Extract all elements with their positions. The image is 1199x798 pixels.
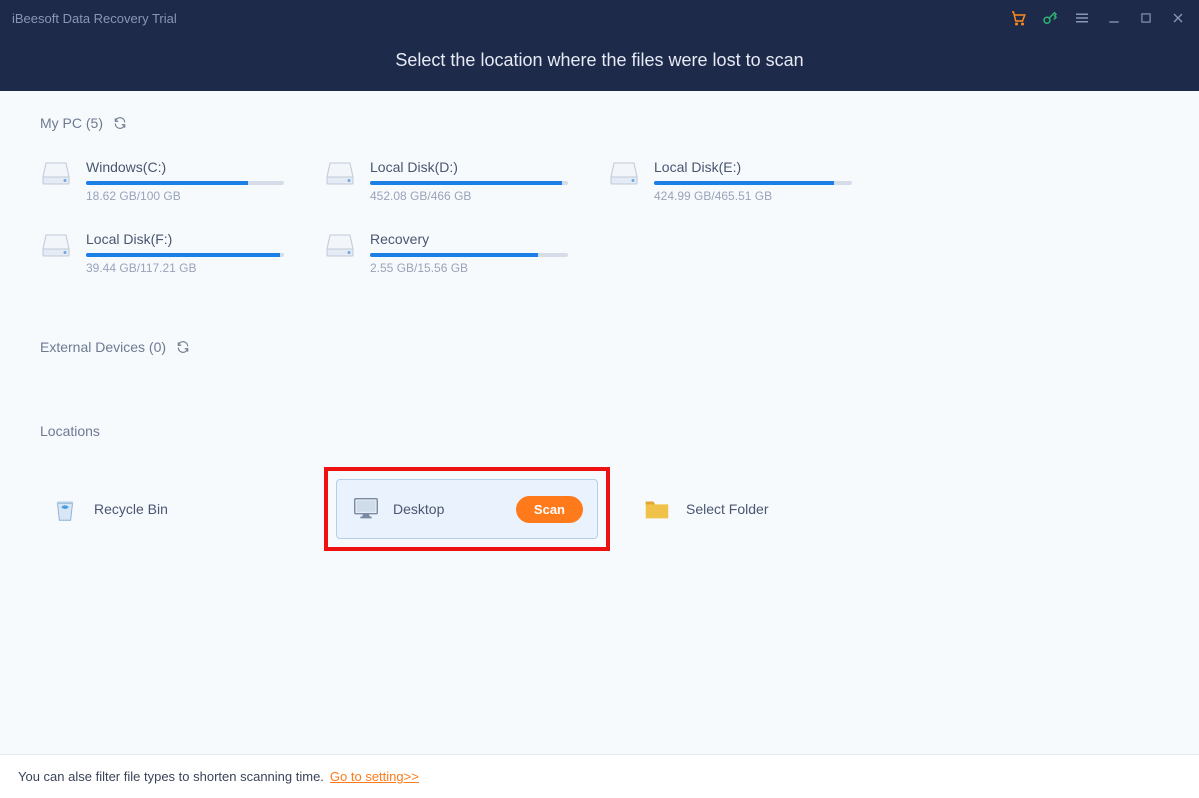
refresh-icon[interactable] [113, 116, 127, 130]
desktop-icon [351, 494, 381, 524]
drive-icon [40, 231, 72, 259]
location-desktop[interactable]: Desktop Scan [336, 479, 598, 539]
drive-item[interactable]: Recovery 2.55 GB/15.56 GB [324, 231, 608, 275]
drive-name: Local Disk(E:) [654, 159, 852, 175]
my-pc-section-head: My PC (5) [40, 115, 1159, 131]
recycle-bin-label: Recycle Bin [94, 501, 168, 517]
settings-link[interactable]: Go to setting>> [330, 769, 419, 784]
menu-icon[interactable] [1073, 9, 1091, 27]
drive-info: Windows(C:) 18.62 GB/100 GB [86, 159, 324, 203]
minimize-icon[interactable] [1105, 9, 1123, 27]
titlebar: iBeesoft Data Recovery Trial [0, 0, 1199, 36]
drive-name: Recovery [370, 231, 568, 247]
drive-item[interactable]: Local Disk(F:) 39.44 GB/117.21 GB [40, 231, 324, 275]
drive-icon [324, 231, 356, 259]
drive-icon [324, 159, 356, 187]
drive-usage-bar [654, 181, 852, 185]
key-icon[interactable] [1041, 9, 1059, 27]
locations-label: Locations [40, 423, 100, 439]
desktop-label: Desktop [393, 501, 504, 517]
drive-usage-text: 39.44 GB/117.21 GB [86, 261, 284, 275]
scan-button[interactable]: Scan [516, 496, 583, 523]
highlight-box: Desktop Scan [324, 467, 610, 551]
app-header: iBeesoft Data Recovery Trial Select the … [0, 0, 1199, 91]
cart-icon[interactable] [1009, 9, 1027, 27]
drive-usage-bar [86, 181, 284, 185]
drives-grid: Windows(C:) 18.62 GB/100 GB Local Disk(D:)… [40, 159, 1159, 303]
locations-section-head: Locations [40, 423, 1159, 439]
footer: You can alse filter file types to shorte… [0, 754, 1199, 798]
drive-item[interactable]: Windows(C:) 18.62 GB/100 GB [40, 159, 324, 203]
drive-name: Local Disk(D:) [370, 159, 568, 175]
recycle-bin-icon [50, 494, 80, 524]
my-pc-label: My PC (5) [40, 115, 103, 131]
drive-usage-bar [370, 181, 568, 185]
main-content: My PC (5) Windows(C:) 18.62 GB/100 GB Loca… [0, 91, 1199, 551]
close-icon[interactable] [1169, 9, 1187, 27]
locations-row: Recycle Bin Desktop Scan Select Folder [40, 467, 1159, 551]
app-title: iBeesoft Data Recovery Trial [12, 11, 177, 26]
drive-usage-text: 18.62 GB/100 GB [86, 189, 284, 203]
drive-info: Local Disk(F:) 39.44 GB/117.21 GB [86, 231, 324, 275]
drive-usage-text: 2.55 GB/15.56 GB [370, 261, 568, 275]
drive-info: Local Disk(E:) 424.99 GB/465.51 GB [654, 159, 892, 203]
drive-info: Local Disk(D:) 452.08 GB/466 GB [370, 159, 608, 203]
drive-usage-text: 452.08 GB/466 GB [370, 189, 568, 203]
refresh-icon[interactable] [176, 340, 190, 354]
drive-name: Local Disk(F:) [86, 231, 284, 247]
external-label: External Devices (0) [40, 339, 166, 355]
folder-icon [642, 494, 672, 524]
drive-name: Windows(C:) [86, 159, 284, 175]
select-folder-label: Select Folder [686, 501, 768, 517]
drive-item[interactable]: Local Disk(E:) 424.99 GB/465.51 GB [608, 159, 892, 203]
drive-icon [608, 159, 640, 187]
location-recycle-bin[interactable]: Recycle Bin [40, 494, 324, 524]
location-select-folder[interactable]: Select Folder [632, 494, 916, 524]
drive-info: Recovery 2.55 GB/15.56 GB [370, 231, 608, 275]
drive-usage-bar [370, 253, 568, 257]
external-section-head: External Devices (0) [40, 339, 1159, 355]
drive-icon [40, 159, 72, 187]
drive-usage-bar [86, 253, 284, 257]
footer-text: You can alse filter file types to shorte… [18, 769, 324, 784]
drive-item[interactable]: Local Disk(D:) 452.08 GB/466 GB [324, 159, 608, 203]
drive-usage-text: 424.99 GB/465.51 GB [654, 189, 852, 203]
window-controls [1009, 9, 1187, 27]
maximize-icon[interactable] [1137, 9, 1155, 27]
page-subtitle: Select the location where the files were… [0, 36, 1199, 91]
